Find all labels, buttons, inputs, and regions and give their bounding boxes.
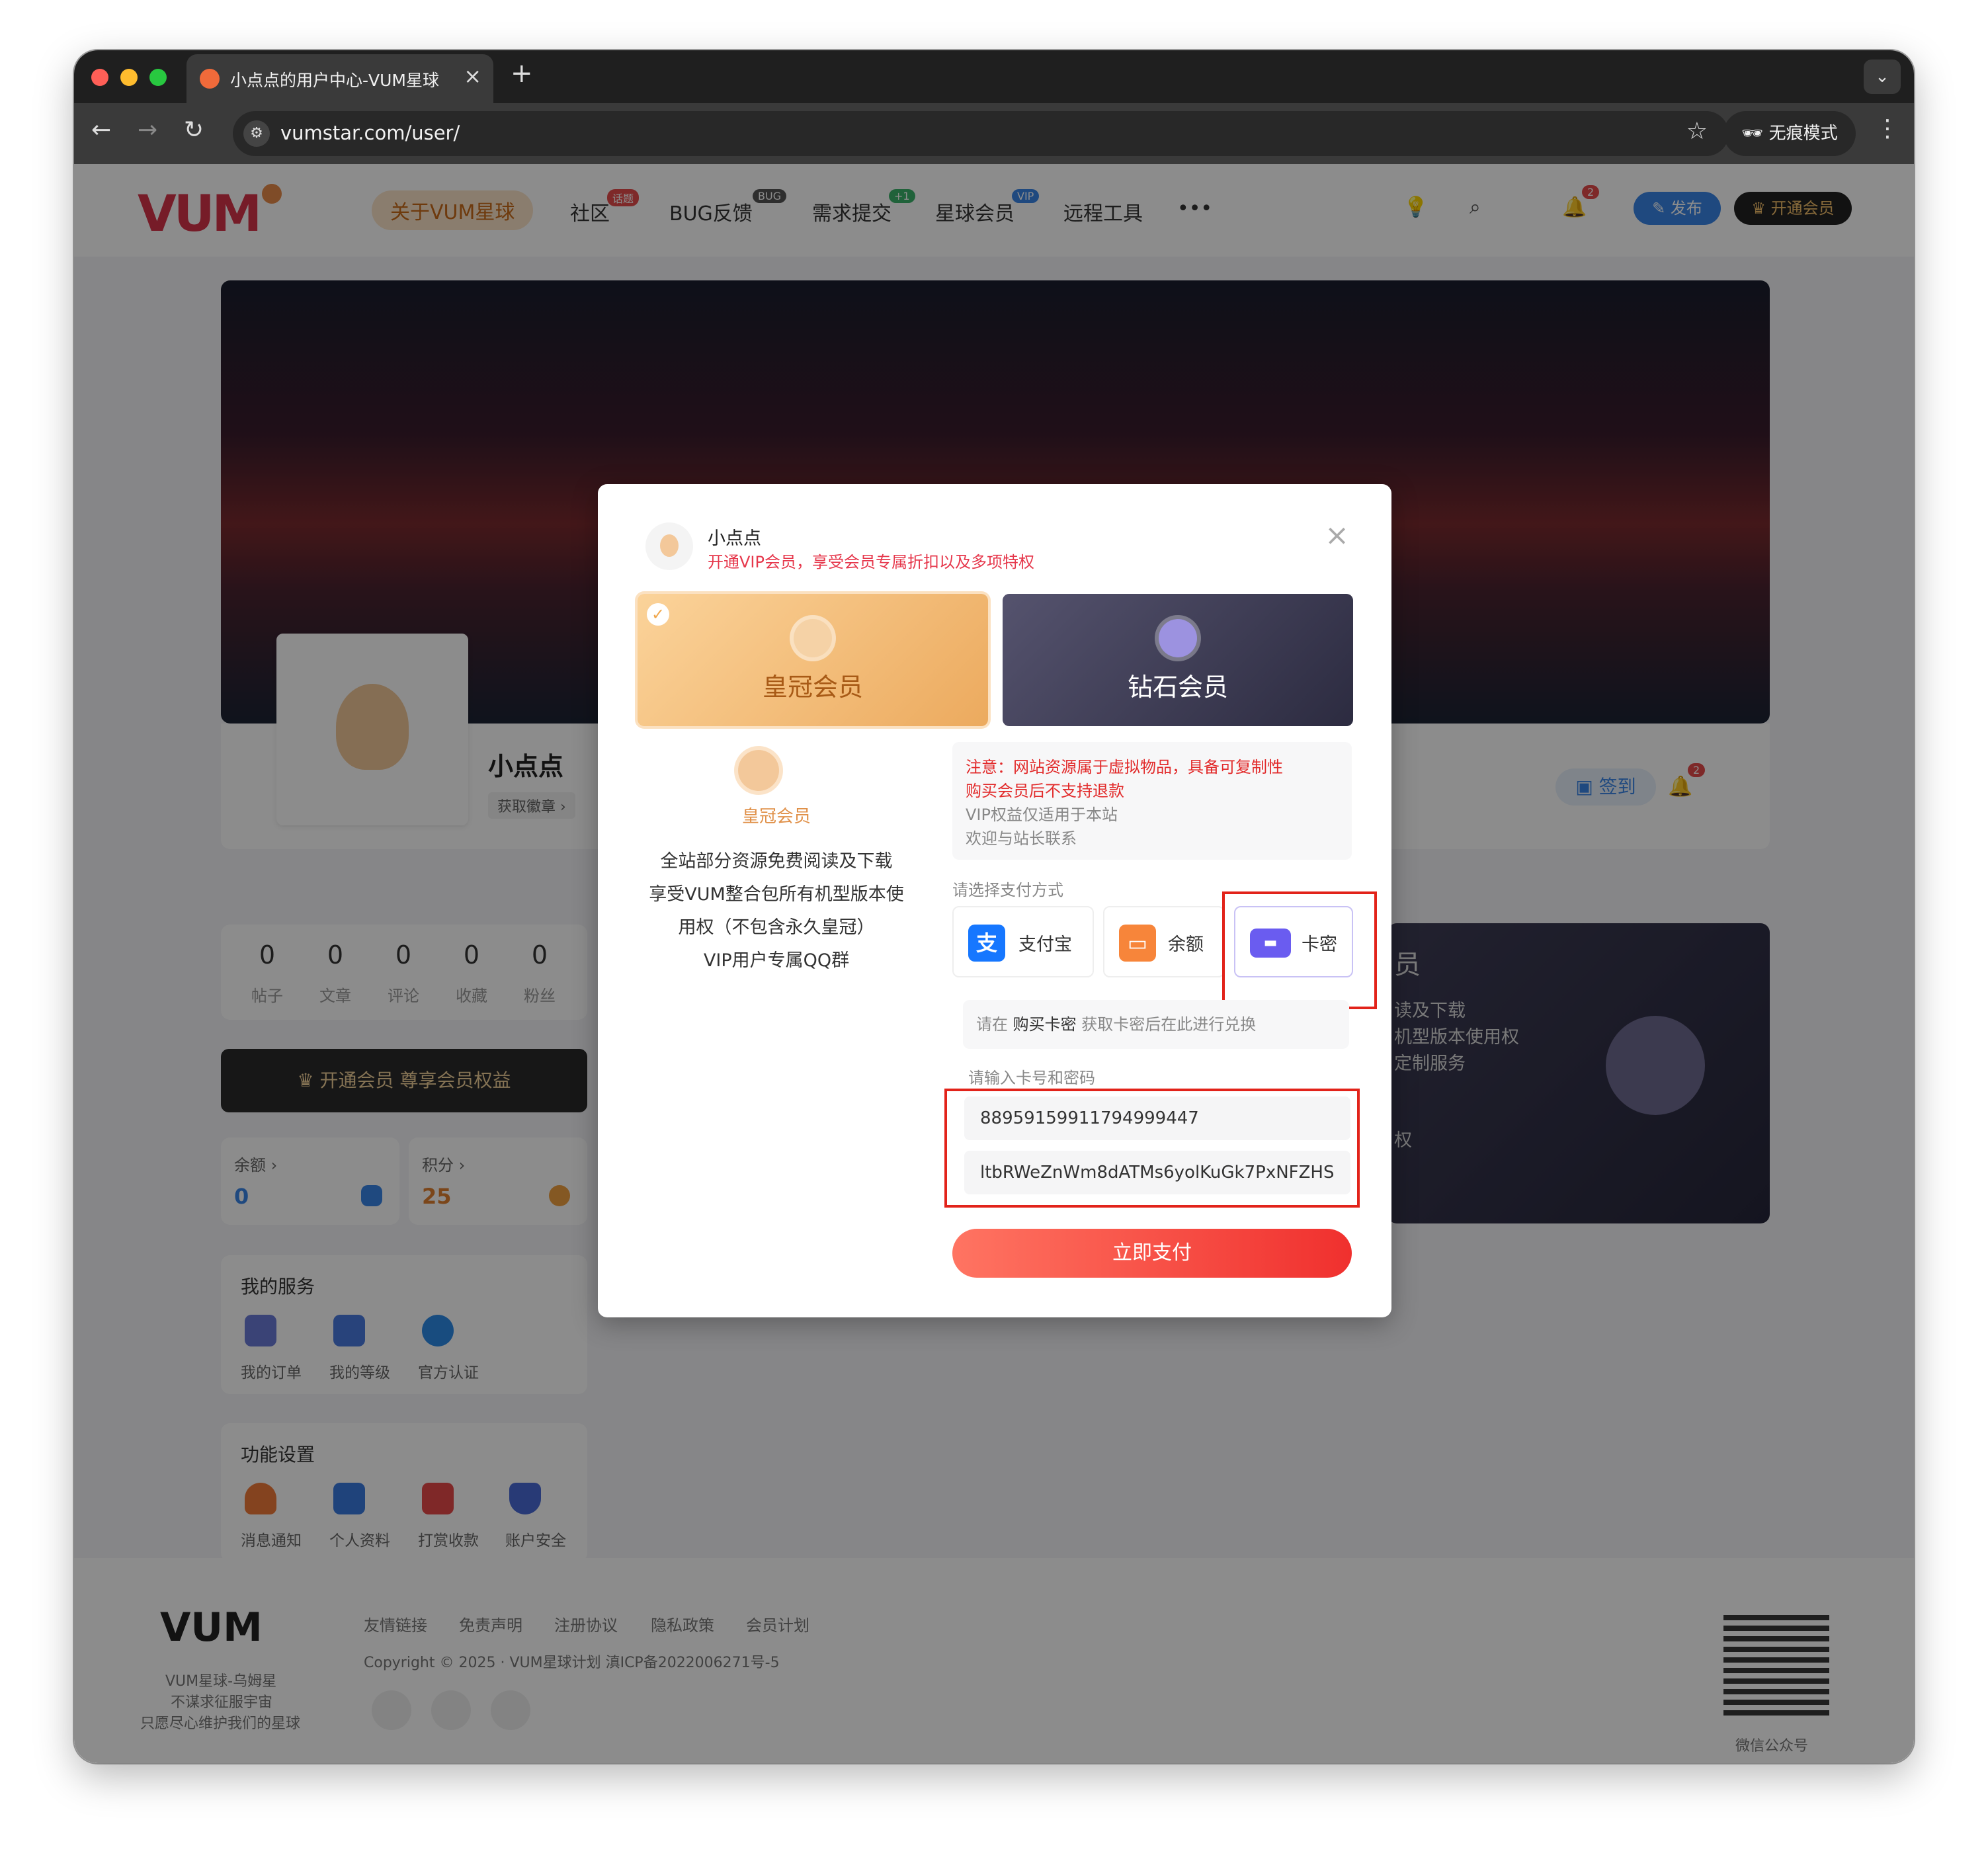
- pay-now-button[interactable]: 立即支付: [952, 1229, 1352, 1278]
- incognito-label: 无痕模式: [1768, 124, 1838, 144]
- benefit-item: 享受VUM整合包所有机型版本使: [649, 884, 904, 905]
- pay-option-label: 支付宝: [1018, 934, 1072, 955]
- benefit-item: 全站部分资源免费阅读及下载: [660, 851, 893, 872]
- plan-option-crown[interactable]: ✓ 皇冠会员: [638, 594, 988, 726]
- check-icon: ✓: [647, 603, 669, 626]
- notice-info-line: VIP权益仅适用于本站: [966, 806, 1118, 824]
- plan-label: 钻石会员: [1127, 673, 1228, 702]
- site-settings-icon[interactable]: ⚙: [243, 120, 270, 147]
- browser-menu-icon[interactable]: ⋮: [1876, 115, 1899, 142]
- maximize-window-button[interactable]: [149, 69, 167, 86]
- highlight-box: [1222, 891, 1377, 1009]
- tab-bar: 小点点的用户中心-VUM星球 × + ⌄: [74, 50, 1914, 103]
- incognito-icon: 🕶: [1741, 124, 1769, 144]
- new-tab-icon[interactable]: +: [511, 58, 533, 89]
- notice-warning-line: 购买会员后不支持退款: [966, 782, 1124, 800]
- tab-close-icon[interactable]: ×: [464, 63, 481, 89]
- redeem-hint: 请在 购买卡密 获取卡密后在此进行兑换: [963, 1000, 1349, 1049]
- benefit-item: 用权（不包含永久皇冠）: [678, 917, 875, 938]
- modal-avatar: [645, 522, 693, 570]
- browser-toolbar: ← → ↻ ⚙ vumstar.com/user/ ☆ 🕶 无痕模式 ⋮: [74, 103, 1914, 164]
- notice-warning-line: 注意：网站资源属于虚拟物品，具备可复制性: [966, 758, 1283, 776]
- browser-tab[interactable]: 小点点的用户中心-VUM星球 ×: [186, 54, 493, 103]
- plan-option-diamond[interactable]: 钻石会员: [1003, 594, 1353, 726]
- site-favicon-icon: [200, 69, 220, 89]
- modal-subtitle: 开通VIP会员，享受会员专属折扣以及多项特权: [708, 553, 1034, 571]
- crown-icon: [738, 750, 779, 791]
- alipay-icon: 支: [968, 925, 1005, 962]
- tab-search-icon[interactable]: ⌄: [1864, 60, 1901, 94]
- modal-username: 小点点: [708, 528, 761, 549]
- plan-label: 皇冠会员: [762, 673, 863, 702]
- crown-icon: [794, 619, 832, 657]
- incognito-indicator[interactable]: 🕶 无痕模式: [1723, 111, 1856, 156]
- selected-plan-name: 皇冠会员: [741, 807, 811, 827]
- close-icon[interactable]: ×: [1325, 518, 1349, 552]
- hint-prefix: 请在: [976, 1015, 1008, 1034]
- wallet-icon: ▭: [1119, 925, 1156, 962]
- diamond-icon: [1159, 619, 1197, 657]
- card-input-label: 请输入卡号和密码: [968, 1069, 1095, 1087]
- buy-card-link[interactable]: 购买卡密: [1013, 1015, 1077, 1034]
- address-bar[interactable]: ⚙ vumstar.com/user/ ☆: [233, 111, 1729, 156]
- url-text: vumstar.com/user/: [280, 122, 460, 144]
- tab-title: 小点点的用户中心-VUM星球: [230, 71, 439, 90]
- hint-suffix: 获取卡密后在此进行兑换: [1081, 1015, 1257, 1034]
- highlight-box: [944, 1089, 1360, 1208]
- close-window-button[interactable]: [91, 69, 108, 86]
- pay-option-label: 余额: [1168, 934, 1204, 955]
- pay-option-balance[interactable]: ▭ 余额: [1103, 906, 1225, 977]
- pay-option-alipay[interactable]: 支 支付宝: [952, 906, 1094, 977]
- bookmark-star-icon[interactable]: ☆: [1686, 118, 1708, 145]
- browser-window: 小点点的用户中心-VUM星球 × + ⌄ ← → ↻ ⚙ vumstar.com…: [74, 50, 1914, 1763]
- pay-method-label: 请选择支付方式: [952, 881, 1063, 899]
- reload-icon[interactable]: ↻: [184, 116, 204, 144]
- minimize-window-button[interactable]: [120, 69, 138, 86]
- forward-icon[interactable]: →: [138, 116, 157, 144]
- refund-notice: 注意：网站资源属于虚拟物品，具备可复制性 购买会员后不支持退款 VIP权益仅适用…: [952, 742, 1352, 860]
- back-icon[interactable]: ←: [91, 116, 111, 144]
- notice-info-line: 欢迎与站长联系: [966, 829, 1077, 848]
- benefit-item: VIP用户专属QQ群: [703, 950, 850, 971]
- vip-purchase-modal: 小点点 开通VIP会员，享受会员专属折扣以及多项特权 × ✓ 皇冠会员 钻石会员…: [598, 484, 1391, 1317]
